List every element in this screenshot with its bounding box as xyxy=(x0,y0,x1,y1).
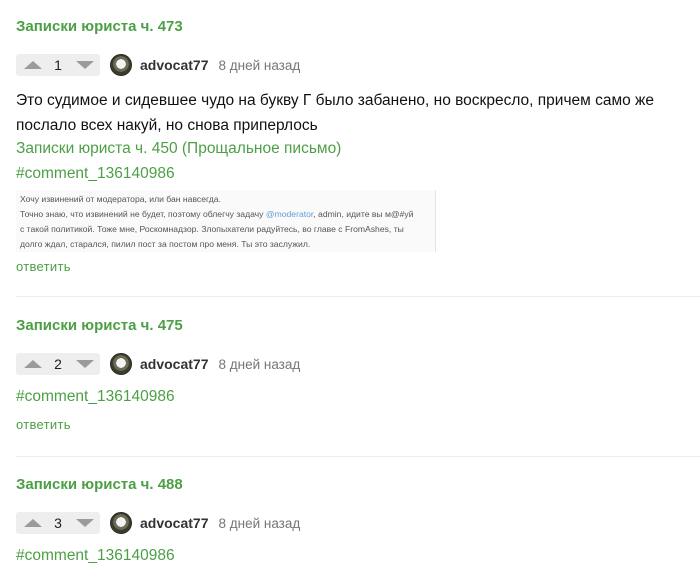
avatar[interactable] xyxy=(110,512,132,534)
downvote-button[interactable] xyxy=(72,54,98,76)
quote-line: долго ждал, старался, пилил пост за пост… xyxy=(20,239,311,249)
comment-meta: 1 advocat77 8 дней назад xyxy=(16,54,300,76)
reply-button[interactable]: ответить xyxy=(16,417,71,432)
downvote-button[interactable] xyxy=(72,353,98,375)
post-link[interactable]: Записки юриста ч. 450 (Прощальное письмо… xyxy=(16,140,341,158)
author-name[interactable]: advocat77 xyxy=(140,57,208,73)
post-title-link[interactable]: Записки юриста ч. 475 xyxy=(16,317,183,334)
triangle-up-icon xyxy=(24,519,42,527)
vote-box: 2 xyxy=(16,353,100,375)
upvote-button[interactable] xyxy=(20,353,46,375)
comment-meta: 2 advocat77 8 дней назад xyxy=(16,353,300,375)
quoted-screenshot[interactable]: Хочу извинений от модератора, или бан на… xyxy=(16,190,436,252)
quote-line: с такой политикой. Тоже мне, Роскомнадзо… xyxy=(20,224,404,234)
comment-time: 8 дней назад xyxy=(218,515,301,531)
vote-box: 3 xyxy=(16,512,100,534)
vote-box: 1 xyxy=(16,54,100,76)
upvote-button[interactable] xyxy=(20,54,46,76)
mention-link: @moderator xyxy=(265,209,314,219)
divider xyxy=(16,456,700,457)
quote-line: Точно знаю, что извинений не будет, поэт… xyxy=(20,209,414,219)
post-title-link[interactable]: Записки юриста ч. 473 xyxy=(16,18,183,35)
comment-meta: 3 advocat77 8 дней назад xyxy=(16,512,300,534)
comment-time: 8 дней назад xyxy=(218,57,301,73)
post-title-link[interactable]: Записки юриста ч. 488 xyxy=(16,476,183,493)
author-name[interactable]: advocat77 xyxy=(140,356,208,372)
author-name[interactable]: advocat77 xyxy=(140,515,208,531)
triangle-up-icon xyxy=(24,360,42,368)
avatar[interactable] xyxy=(110,54,132,76)
triangle-down-icon xyxy=(76,360,94,368)
divider xyxy=(16,296,700,297)
triangle-up-icon xyxy=(24,61,42,69)
comment-time: 8 дней назад xyxy=(218,356,301,372)
rating-count: 1 xyxy=(54,57,62,73)
upvote-button[interactable] xyxy=(20,512,46,534)
rating-count: 2 xyxy=(54,356,62,372)
comment-link[interactable]: #comment_136140986 xyxy=(16,388,175,406)
avatar[interactable] xyxy=(110,353,132,375)
quote-line: Хочу извинений от модератора, или бан на… xyxy=(20,194,221,204)
comment-text: Это судимое и сидевшее чудо на букву Г б… xyxy=(16,92,655,134)
comment-link[interactable]: #comment_136140986 xyxy=(16,547,175,565)
reply-button[interactable]: ответить xyxy=(16,259,71,274)
rating-count: 3 xyxy=(54,515,62,531)
triangle-down-icon xyxy=(76,519,94,527)
downvote-button[interactable] xyxy=(72,512,98,534)
comment-link[interactable]: #comment_136140986 xyxy=(16,165,175,183)
triangle-down-icon xyxy=(76,61,94,69)
